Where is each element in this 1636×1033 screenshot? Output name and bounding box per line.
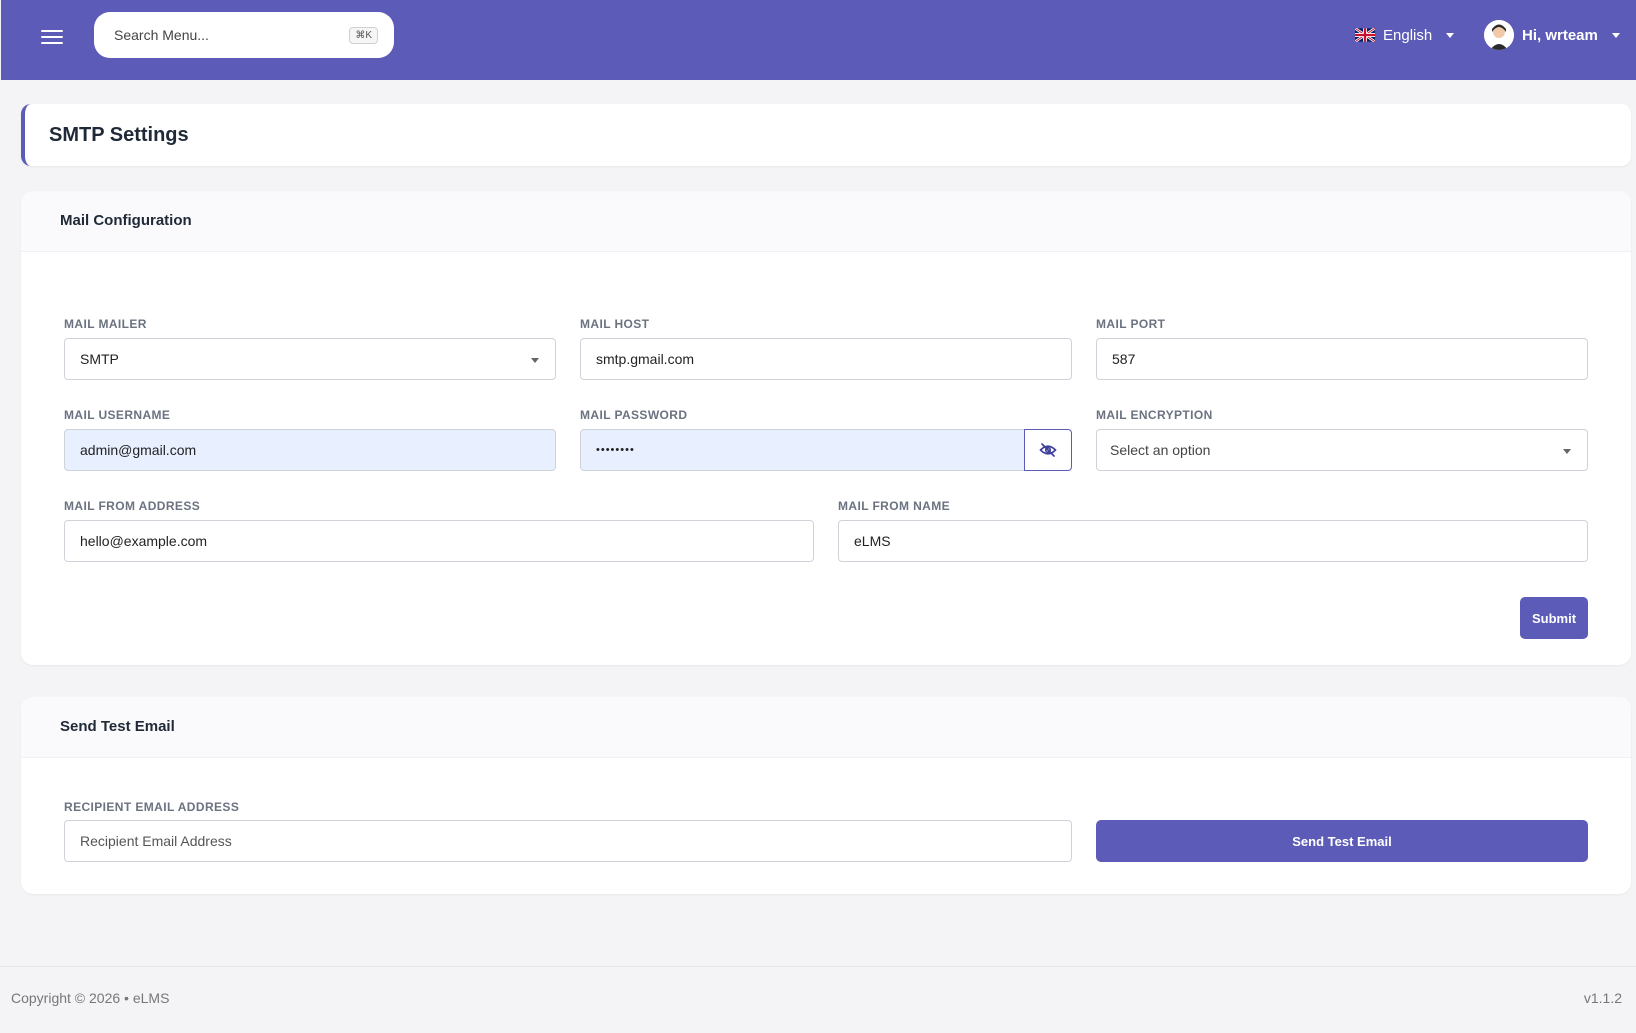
mail-from-address-input[interactable]	[64, 520, 814, 562]
mail-username-input[interactable]	[64, 429, 556, 471]
card-title: Send Test Email	[60, 718, 175, 735]
mail-mailer-label: MAIL MAILER	[64, 317, 147, 331]
mail-mailer-value: SMTP	[80, 351, 119, 367]
mail-mailer-select[interactable]: SMTP	[64, 338, 556, 380]
chevron-down-icon	[1563, 449, 1571, 454]
mail-from-address-label: MAIL FROM ADDRESS	[64, 499, 201, 513]
mail-password-input[interactable]: ••••••••	[580, 429, 1025, 471]
recipient-email-input[interactable]	[64, 820, 1072, 862]
mail-from-name-label: MAIL FROM NAME	[838, 499, 951, 513]
card-header: Send Test Email	[21, 697, 1631, 758]
mail-port-label: MAIL PORT	[1096, 317, 1166, 331]
search-box[interactable]: ⌘K	[94, 12, 394, 58]
mail-configuration-card: Mail Configuration MAIL MAILER SMTP MAIL…	[21, 191, 1631, 665]
mail-password-label: MAIL PASSWORD	[580, 408, 688, 422]
language-dropdown[interactable]: English	[1355, 24, 1455, 46]
page-header: SMTP Settings	[21, 104, 1631, 166]
mail-host-label: MAIL HOST	[580, 317, 650, 331]
chevron-down-icon	[1611, 32, 1620, 38]
mail-username-label: MAIL USERNAME	[64, 408, 171, 422]
search-shortcut-badge: ⌘K	[349, 27, 378, 44]
chevron-down-icon	[1446, 32, 1455, 38]
footer: Copyright © 2026 • eLMS v1.1.2	[0, 966, 1636, 1033]
mail-from-name-input[interactable]	[838, 520, 1588, 562]
eye-slash-icon	[1039, 443, 1057, 457]
toggle-password-button[interactable]	[1024, 429, 1072, 471]
mail-host-input[interactable]	[580, 338, 1072, 380]
mail-encryption-value: Select an option	[1110, 442, 1211, 458]
user-greeting: Hi, wrteam	[1522, 26, 1598, 44]
search-input[interactable]	[114, 12, 334, 58]
chevron-down-icon	[531, 358, 539, 363]
version-text: v1.1.2	[1583, 990, 1622, 1006]
submit-button[interactable]: Submit	[1520, 597, 1588, 639]
mail-encryption-label: MAIL ENCRYPTION	[1096, 408, 1213, 422]
mail-port-input[interactable]	[1096, 338, 1588, 380]
send-test-email-button[interactable]: Send Test Email	[1096, 820, 1588, 862]
card-title: Mail Configuration	[60, 212, 192, 229]
recipient-email-label: RECIPIENT EMAIL ADDRESS	[64, 800, 240, 814]
avatar	[1484, 20, 1514, 50]
page-title: SMTP Settings	[49, 124, 189, 146]
mail-encryption-select[interactable]: Select an option	[1096, 429, 1588, 471]
copyright-text: Copyright © 2026 • eLMS	[11, 990, 170, 1006]
menu-toggle-icon[interactable]	[41, 26, 63, 48]
send-test-email-card: Send Test Email RECIPIENT EMAIL ADDRESS …	[21, 697, 1631, 894]
top-navbar: ⌘K English Hi, wrteam	[1, 0, 1636, 80]
uk-flag-icon	[1355, 28, 1375, 42]
card-header: Mail Configuration	[21, 191, 1631, 252]
mail-password-value: ••••••••	[596, 444, 635, 456]
language-label: English	[1383, 26, 1433, 44]
user-menu[interactable]: Hi, wrteam	[1484, 19, 1620, 51]
